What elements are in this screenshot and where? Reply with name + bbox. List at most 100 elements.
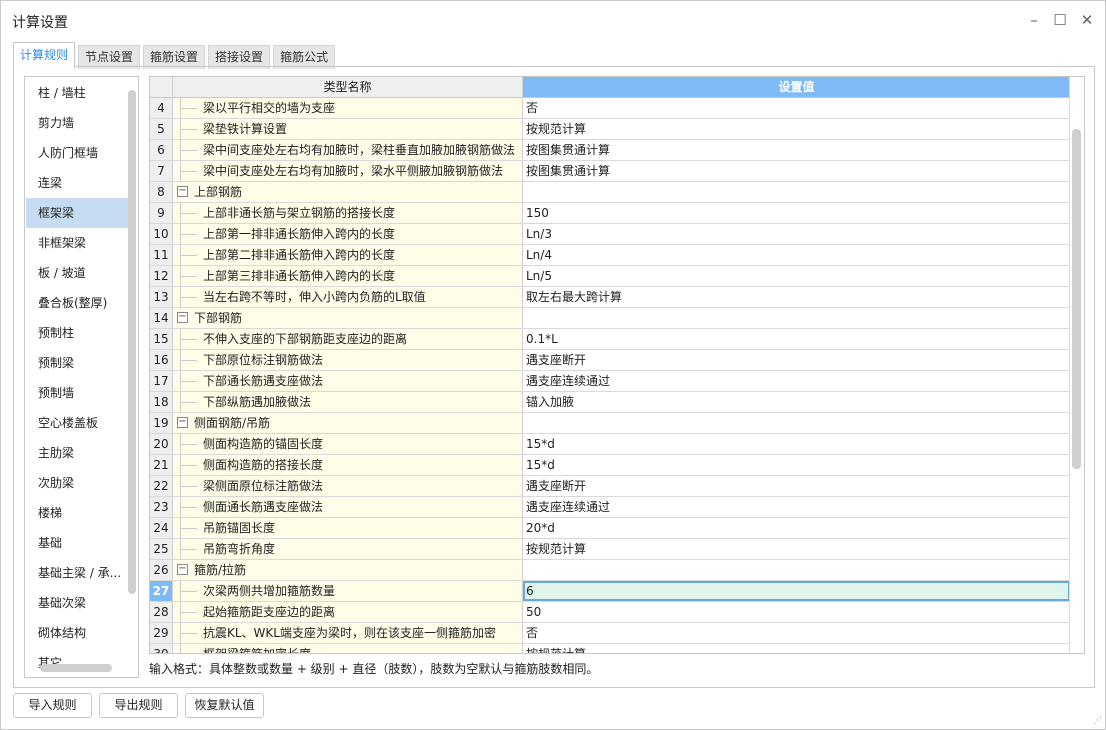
sidebar-item[interactable]: 楼梯 <box>26 498 128 528</box>
table-row[interactable]: 20 侧面构造筋的锚固长度 15*d <box>150 434 1070 455</box>
value-cell[interactable]: 15*d <box>523 455 1070 475</box>
sidebar-horizontal-scrollbar[interactable] <box>40 664 112 672</box>
table-row[interactable]: 25 吊筋弯折角度 按规范计算 <box>150 539 1070 560</box>
tree-branch <box>181 507 197 508</box>
row-number: 15 <box>150 329 173 349</box>
table-row[interactable]: 5 梁垫铁计算设置 按规范计算 <box>150 119 1070 140</box>
value-column-header: 设置值 <box>523 77 1070 97</box>
collapse-icon[interactable]: − <box>177 186 188 197</box>
value-cell[interactable]: Ln/4 <box>523 245 1070 265</box>
sidebar-item[interactable]: 主肋梁 <box>26 438 128 468</box>
value-cell[interactable]: 15*d <box>523 434 1070 454</box>
minimize-button[interactable]: – <box>1024 11 1044 29</box>
export-rules-button[interactable]: 导出规则 <box>99 693 178 718</box>
sidebar-item[interactable]: 柱 / 墙柱 <box>26 78 128 108</box>
value-cell[interactable]: Ln/3 <box>523 224 1070 244</box>
value-cell[interactable]: 否 <box>523 623 1070 643</box>
grid-scrollbar-thumb[interactable] <box>1072 129 1081 469</box>
grid-scrollbar-track[interactable] <box>1069 77 1084 653</box>
sidebar-item[interactable]: 空心楼盖板 <box>26 408 128 438</box>
table-row[interactable]: 10 上部第一排非通长筋伸入跨内的长度 Ln/3 <box>150 224 1070 245</box>
resize-grip-icon[interactable]: ⋰ <box>1093 716 1102 726</box>
value-cell[interactable]: 取左右最大跨计算 <box>523 287 1070 307</box>
table-row[interactable]: 14− 下部钢筋 <box>150 308 1070 329</box>
sidebar-vertical-scrollbar[interactable] <box>128 90 136 594</box>
value-cell[interactable]: 20*d <box>523 518 1070 538</box>
sidebar-item[interactable]: 预制柱 <box>26 318 128 348</box>
sidebar-item[interactable]: 砌体结构 <box>26 618 128 648</box>
value-cell[interactable] <box>523 182 1070 202</box>
sidebar-item[interactable]: 次肋梁 <box>26 468 128 498</box>
table-row[interactable]: 19− 侧面钢筋/吊筋 <box>150 413 1070 434</box>
sidebar-item[interactable]: 预制梁 <box>26 348 128 378</box>
collapse-icon[interactable]: − <box>177 564 188 575</box>
value-cell[interactable]: 遇支座断开 <box>523 476 1070 496</box>
value-cell[interactable]: 50 <box>523 602 1070 622</box>
table-row[interactable]: 30 框架梁箍筋加密长度 按规范计算 <box>150 644 1070 653</box>
sidebar-item[interactable]: 框架梁 <box>26 198 128 228</box>
value-cell[interactable]: 按规范计算 <box>523 539 1070 559</box>
table-row[interactable]: 17 下部通长筋遇支座做法 遇支座连续通过 <box>150 371 1070 392</box>
table-row[interactable]: 23 侧面通长筋遇支座做法 遇支座连续通过 <box>150 497 1070 518</box>
table-row[interactable]: 9 上部非通长筋与架立钢筋的搭接长度 150 <box>150 203 1070 224</box>
value-cell[interactable]: 按规范计算 <box>523 119 1070 139</box>
value-cell[interactable]: 遇支座连续通过 <box>523 371 1070 391</box>
table-row[interactable]: 22 梁侧面原位标注筋做法 遇支座断开 <box>150 476 1070 497</box>
sidebar-item[interactable]: 人防门框墙 <box>26 138 128 168</box>
close-button[interactable]: ✕ <box>1077 11 1097 29</box>
value-cell[interactable] <box>523 560 1070 580</box>
table-row[interactable]: 18 下部纵筋遇加腋做法 锚入加腋 <box>150 392 1070 413</box>
setting-name: 当左右跨不等时，伸入小跨内负筋的L取值 <box>203 290 426 304</box>
value-cell[interactable]: 150 <box>523 203 1070 223</box>
value-cell[interactable]: 按规范计算 <box>523 644 1070 653</box>
table-row[interactable]: 21 侧面构造筋的搭接长度 15*d <box>150 455 1070 476</box>
tree-branch <box>181 108 197 109</box>
sidebar-item[interactable]: 板 / 坡道 <box>26 258 128 288</box>
value-cell[interactable] <box>523 308 1070 328</box>
value-cell[interactable]: 按图集贯通计算 <box>523 161 1070 181</box>
value-cell[interactable]: 遇支座断开 <box>523 350 1070 370</box>
sidebar-item[interactable]: 非框架梁 <box>26 228 128 258</box>
sidebar-item[interactable]: 连梁 <box>26 168 128 198</box>
value-cell[interactable] <box>523 413 1070 433</box>
sidebar-item[interactable]: 预制墙 <box>26 378 128 408</box>
sidebar-item[interactable]: 叠合板(整厚) <box>26 288 128 318</box>
table-row[interactable]: 16 下部原位标注钢筋做法 遇支座断开 <box>150 350 1070 371</box>
sidebar-item[interactable]: 基础主梁 / 承... <box>26 558 128 588</box>
row-number: 14 <box>150 308 173 328</box>
table-row[interactable]: 8− 上部钢筋 <box>150 182 1070 203</box>
setting-name: 梁侧面原位标注筋做法 <box>203 479 324 493</box>
value-cell[interactable]: 遇支座连续通过 <box>523 497 1070 517</box>
maximize-button[interactable]: ☐ <box>1050 11 1070 29</box>
table-row[interactable]: 28 起始箍筋距支座边的距离 50 <box>150 602 1070 623</box>
value-cell[interactable]: Ln/5 <box>523 266 1070 286</box>
value-cell[interactable]: 6 <box>523 581 1070 601</box>
import-rules-button[interactable]: 导入规则 <box>13 693 92 718</box>
value-cell[interactable]: 锚入加腋 <box>523 392 1070 412</box>
collapse-icon[interactable]: − <box>177 312 188 323</box>
sidebar-item[interactable]: 基础 <box>26 528 128 558</box>
value-cell[interactable]: 0.1*L <box>523 329 1070 349</box>
table-row[interactable]: 27 次梁两侧共增加箍筋数量 6 <box>150 581 1070 602</box>
table-row[interactable]: 11 上部第二排非通长筋伸入跨内的长度 Ln/4 <box>150 245 1070 266</box>
name-cell: 下部通长筋遇支座做法 <box>173 371 523 391</box>
sidebar-item[interactable]: 其它 <box>26 648 128 677</box>
value-cell[interactable]: 否 <box>523 98 1070 118</box>
table-row[interactable]: 7 梁中间支座处左右均有加腋时，梁水平侧腋加腋钢筋做法 按图集贯通计算 <box>150 161 1070 182</box>
table-row[interactable]: 15 不伸入支座的下部钢筋距支座边的距离 0.1*L <box>150 329 1070 350</box>
restore-defaults-button[interactable]: 恢复默认值 <box>185 693 264 718</box>
table-row[interactable]: 29 抗震KL、WKL端支座为梁时，则在该支座一侧箍筋加密 否 <box>150 623 1070 644</box>
table-row[interactable]: 12 上部第三排非通长筋伸入跨内的长度 Ln/5 <box>150 266 1070 287</box>
collapse-icon[interactable]: − <box>177 417 188 428</box>
settings-grid: 类型名称 设置值 4 梁以平行相交的墙为支座否 5 梁垫铁计算设置 按规范计算 6 梁中间支… <box>149 76 1085 654</box>
table-row[interactable]: 24 吊筋锚固长度 20*d <box>150 518 1070 539</box>
tab-calc-rules[interactable]: 计算规则 <box>13 42 76 69</box>
table-row[interactable]: 4 梁以平行相交的墙为支座 否 <box>150 98 1070 119</box>
table-row[interactable]: 6 梁中间支座处左右均有加腋时，梁柱垂直加腋加腋钢筋做法 按图集贯通计算 <box>150 140 1070 161</box>
sidebar-item[interactable]: 剪力墙 <box>26 108 128 138</box>
tree-branch <box>181 528 197 529</box>
table-row[interactable]: 13 当左右跨不等时，伸入小跨内负筋的L取值 取左右最大跨计算 <box>150 287 1070 308</box>
table-row[interactable]: 26− 箍筋/拉筋 <box>150 560 1070 581</box>
value-cell[interactable]: 按图集贯通计算 <box>523 140 1070 160</box>
sidebar-item[interactable]: 基础次梁 <box>26 588 128 618</box>
